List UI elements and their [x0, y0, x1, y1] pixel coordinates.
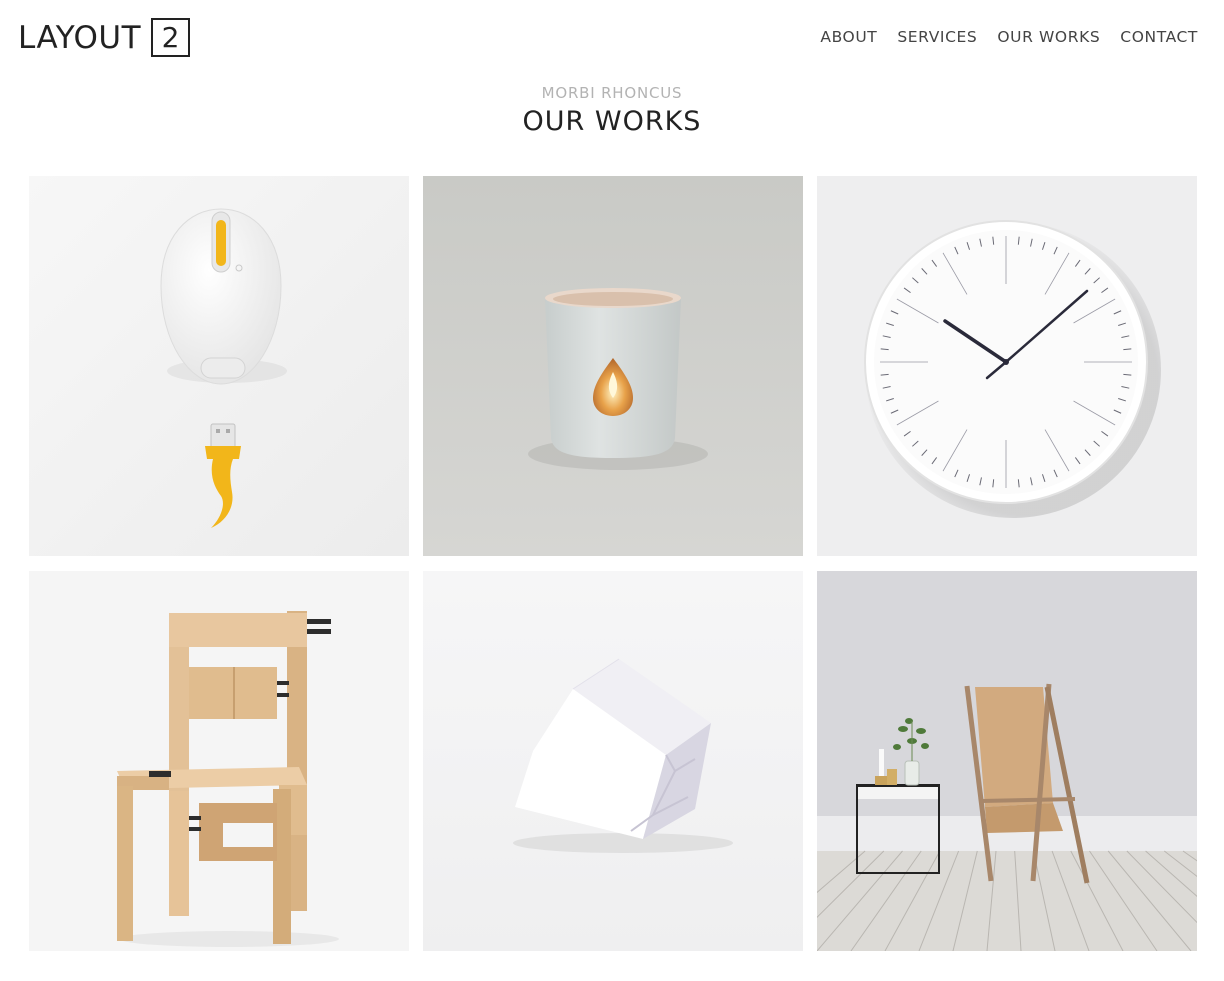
works-grid — [29, 176, 1197, 951]
clock-image — [817, 176, 1197, 556]
nav-about[interactable]: ABOUT — [820, 28, 877, 46]
work-item-candle[interactable] — [423, 176, 803, 556]
logo[interactable]: LAYOUT 2 — [18, 18, 191, 57]
work-item-cube[interactable] — [423, 571, 803, 951]
mouse-usb-image — [29, 176, 409, 556]
nav-services[interactable]: SERVICES — [897, 28, 977, 46]
section-subtitle: MORBI RHONCUS — [541, 84, 683, 102]
logo-number-box: 2 — [151, 18, 191, 57]
nav-contact[interactable]: CONTACT — [1120, 28, 1198, 46]
leather-chair-image — [817, 571, 1197, 951]
main-nav: ABOUT SERVICES OUR WORKS CONTACT — [820, 28, 1198, 46]
section-title: OUR WORKS — [522, 106, 702, 137]
wooden-chair-image — [29, 571, 409, 951]
cube-image — [423, 571, 803, 951]
candle-image — [423, 176, 803, 556]
logo-text: LAYOUT — [18, 19, 142, 56]
work-item-clock[interactable] — [817, 176, 1197, 556]
section-heading: MORBI RHONCUS OUR WORKS — [0, 84, 1224, 137]
nav-our-works[interactable]: OUR WORKS — [997, 28, 1100, 46]
work-item-leather-chair[interactable] — [817, 571, 1197, 951]
work-item-wooden-chair[interactable] — [29, 571, 409, 951]
site-header: LAYOUT 2 ABOUT SERVICES OUR WORKS CONTAC… — [0, 0, 1224, 80]
work-item-mouse[interactable] — [29, 176, 409, 556]
